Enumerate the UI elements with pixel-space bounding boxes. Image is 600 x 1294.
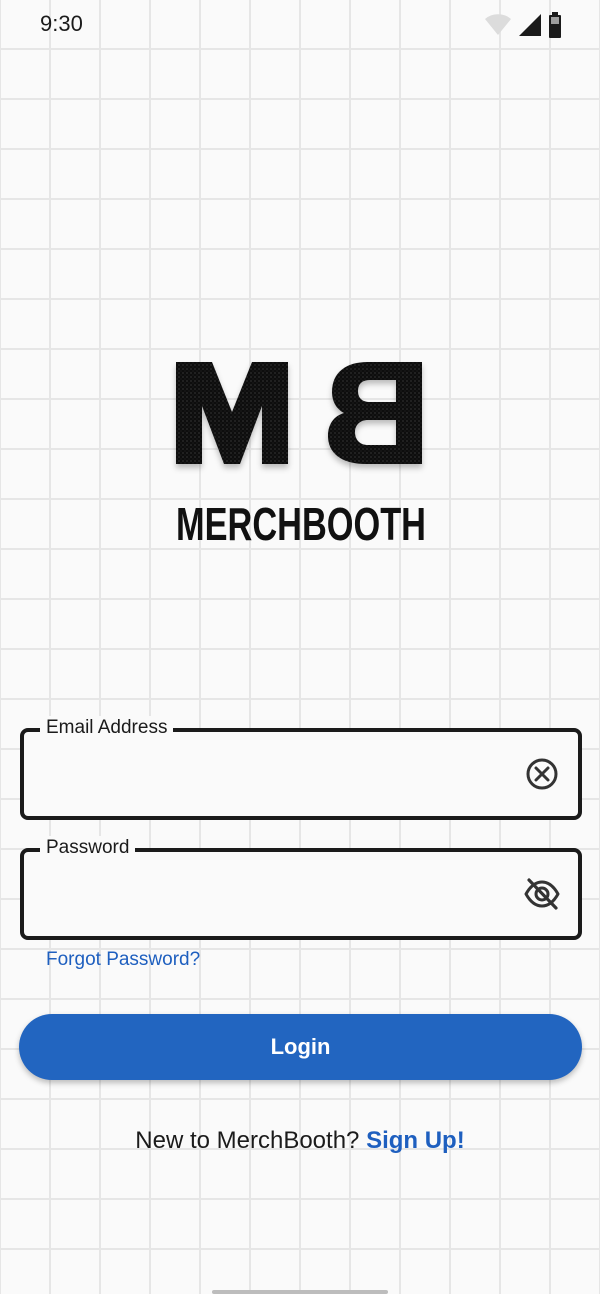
cell-signal-icon [518,13,542,42]
login-button[interactable]: Login [19,1014,582,1080]
email-field[interactable]: Email Address [20,716,582,820]
home-indicator [212,1290,388,1294]
status-bar: 9:30 [0,0,600,50]
logo-wordmark: MERCHBOOTH [176,498,426,550]
status-time: 9:30 [40,11,83,36]
merchbooth-logo: MERCHBOOTH [170,356,432,551]
battery-icon [548,11,562,43]
forgot-password-link[interactable]: Forgot Password? [46,949,200,971]
email-field-label: Email Address [40,716,174,740]
clear-circle-icon[interactable] [522,754,562,794]
password-field[interactable]: Password [20,836,582,940]
email-input[interactable] [44,750,518,800]
status-icons [484,11,562,43]
signup-prompt: New to MerchBooth? [135,1127,367,1154]
signup-link[interactable]: Sign Up! [366,1127,465,1154]
password-field-label: Password [40,836,136,860]
visibility-off-icon[interactable] [522,874,562,914]
wifi-icon [484,13,512,42]
signup-row: New to MerchBooth? Sign Up! [0,1127,600,1155]
password-input[interactable] [44,870,518,920]
